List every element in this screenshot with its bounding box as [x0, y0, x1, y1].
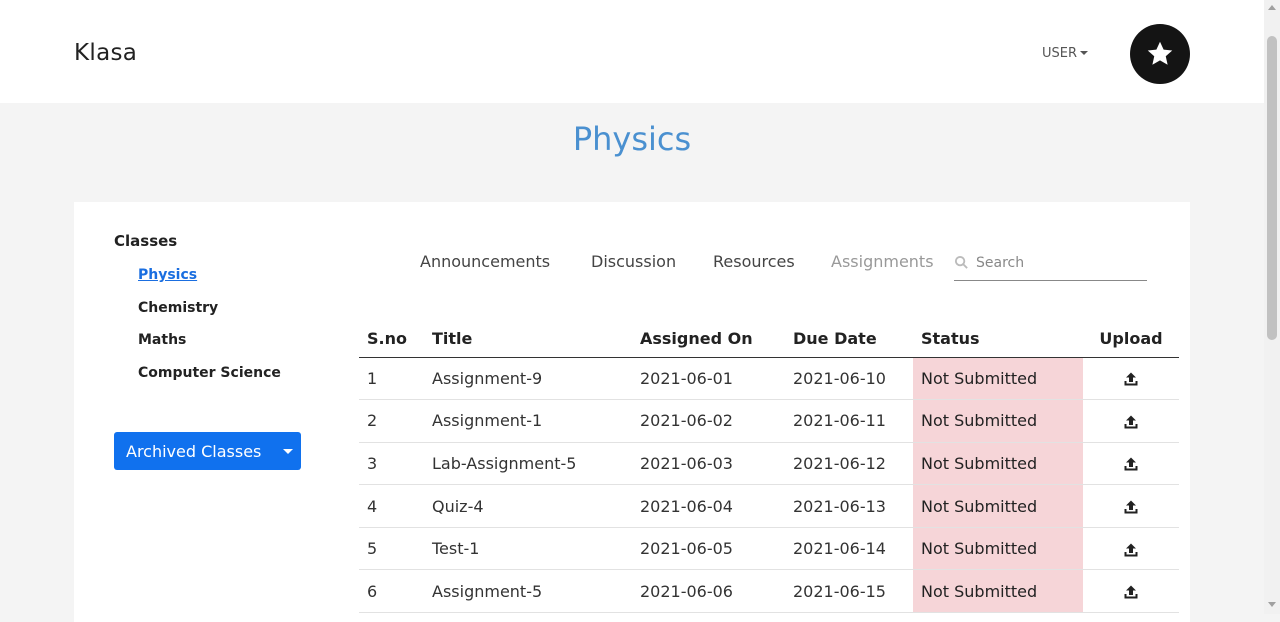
column-header-title: Title	[424, 320, 632, 358]
caret-down-icon	[1080, 51, 1089, 55]
upload-icon[interactable]	[1123, 456, 1139, 472]
row-due-date: 2021-06-13	[785, 484, 913, 528]
table-row: 5 Test-1 2021-06-05 2021-06-14 Not Submi…	[359, 527, 1179, 571]
archived-classes-label: Archived Classes	[126, 441, 262, 461]
brand-logo[interactable]: Klasa	[74, 40, 137, 66]
search-box	[954, 248, 1147, 281]
row-sno: 5	[359, 527, 424, 571]
user-dropdown[interactable]: USER	[1042, 46, 1089, 61]
row-due-date: 2021-06-15	[785, 569, 913, 614]
row-status: Not Submitted	[913, 399, 1083, 443]
upload-icon[interactable]	[1123, 371, 1139, 387]
sidebar-item-chemistry[interactable]: Chemistry	[138, 300, 218, 316]
row-upload-cell	[1083, 442, 1179, 486]
classes-heading: Classes	[114, 232, 178, 250]
row-due-date: 2021-06-10	[785, 357, 913, 401]
row-assigned-on: 2021-06-06	[632, 569, 785, 614]
row-assigned-on: 2021-06-05	[632, 527, 785, 571]
row-assigned-on: 2021-06-03	[632, 442, 785, 486]
column-header-upload: Upload	[1083, 320, 1179, 358]
table-row: 1 Assignment-9 2021-06-01 2021-06-10 Not…	[359, 357, 1179, 401]
row-due-date: 2021-06-12	[785, 442, 913, 486]
sidebar-item-physics[interactable]: Physics	[138, 267, 197, 283]
row-status: Not Submitted	[913, 484, 1083, 528]
scroll-down-arrow-icon[interactable]	[1268, 602, 1276, 607]
tab-resources[interactable]: Resources	[713, 252, 795, 271]
table-header-row: S.no Title Assigned On Due Date Status U…	[359, 320, 1179, 358]
upload-icon[interactable]	[1123, 499, 1139, 515]
row-upload-cell	[1083, 527, 1179, 571]
row-title: Assignment-1	[424, 399, 632, 443]
assignments-table: S.no Title Assigned On Due Date Status U…	[359, 320, 1179, 614]
tab-announcements[interactable]: Announcements	[420, 252, 550, 271]
row-upload-cell	[1083, 357, 1179, 401]
navbar: Klasa USER	[0, 0, 1264, 103]
row-upload-cell	[1083, 399, 1179, 443]
star-icon	[1147, 41, 1173, 65]
row-sno: 4	[359, 484, 424, 528]
row-title: Test-1	[424, 527, 632, 571]
tab-discussion[interactable]: Discussion	[591, 252, 676, 271]
search-icon	[954, 255, 968, 269]
row-sno: 2	[359, 399, 424, 443]
upload-icon[interactable]	[1123, 542, 1139, 558]
table-row: 6 Assignment-5 2021-06-06 2021-06-15 Not…	[359, 569, 1179, 614]
page-title: Physics	[572, 120, 692, 158]
row-status: Not Submitted	[913, 442, 1083, 486]
table-row: 2 Assignment-1 2021-06-02 2021-06-11 Not…	[359, 399, 1179, 443]
archived-classes-dropdown-toggle[interactable]	[274, 432, 301, 470]
row-assigned-on: 2021-06-04	[632, 484, 785, 528]
caret-down-icon	[282, 448, 293, 454]
row-assigned-on: 2021-06-02	[632, 399, 785, 443]
archived-classes-button[interactable]: Archived Classes	[114, 432, 301, 470]
avatar[interactable]	[1130, 24, 1190, 84]
row-status: Not Submitted	[913, 569, 1083, 614]
upload-icon[interactable]	[1123, 414, 1139, 430]
row-upload-cell	[1083, 484, 1179, 528]
column-header-due-date: Due Date	[785, 320, 913, 358]
sidebar-item-computer-science[interactable]: Computer Science	[138, 365, 281, 381]
row-title: Quiz-4	[424, 484, 632, 528]
row-status: Not Submitted	[913, 527, 1083, 571]
user-dropdown-label: USER	[1042, 46, 1078, 61]
row-due-date: 2021-06-11	[785, 399, 913, 443]
row-sno: 3	[359, 442, 424, 486]
row-title: Assignment-5	[424, 569, 632, 614]
row-due-date: 2021-06-14	[785, 527, 913, 571]
row-sno: 1	[359, 357, 424, 401]
search-input[interactable]	[976, 251, 1141, 275]
row-title: Assignment-9	[424, 357, 632, 401]
row-sno: 6	[359, 569, 424, 614]
row-assigned-on: 2021-06-01	[632, 357, 785, 401]
class-content-card: Classes Physics Chemistry Maths Computer…	[74, 202, 1190, 622]
tab-assignments[interactable]: Assignments	[831, 252, 934, 271]
row-title: Lab-Assignment-5	[424, 442, 632, 486]
scroll-up-arrow-icon[interactable]	[1268, 5, 1276, 10]
column-header-sno: S.no	[359, 320, 424, 358]
column-header-status: Status	[913, 320, 1083, 358]
sidebar-item-maths[interactable]: Maths	[138, 332, 186, 348]
scrollbar-thumb[interactable]	[1267, 36, 1277, 340]
table-row: 3 Lab-Assignment-5 2021-06-03 2021-06-12…	[359, 442, 1179, 486]
row-upload-cell	[1083, 569, 1179, 614]
page-scrollbar[interactable]	[1264, 0, 1280, 614]
upload-icon[interactable]	[1123, 584, 1139, 600]
column-header-assigned-on: Assigned On	[632, 320, 785, 358]
table-row: 4 Quiz-4 2021-06-04 2021-06-13 Not Submi…	[359, 484, 1179, 528]
row-status: Not Submitted	[913, 357, 1083, 401]
